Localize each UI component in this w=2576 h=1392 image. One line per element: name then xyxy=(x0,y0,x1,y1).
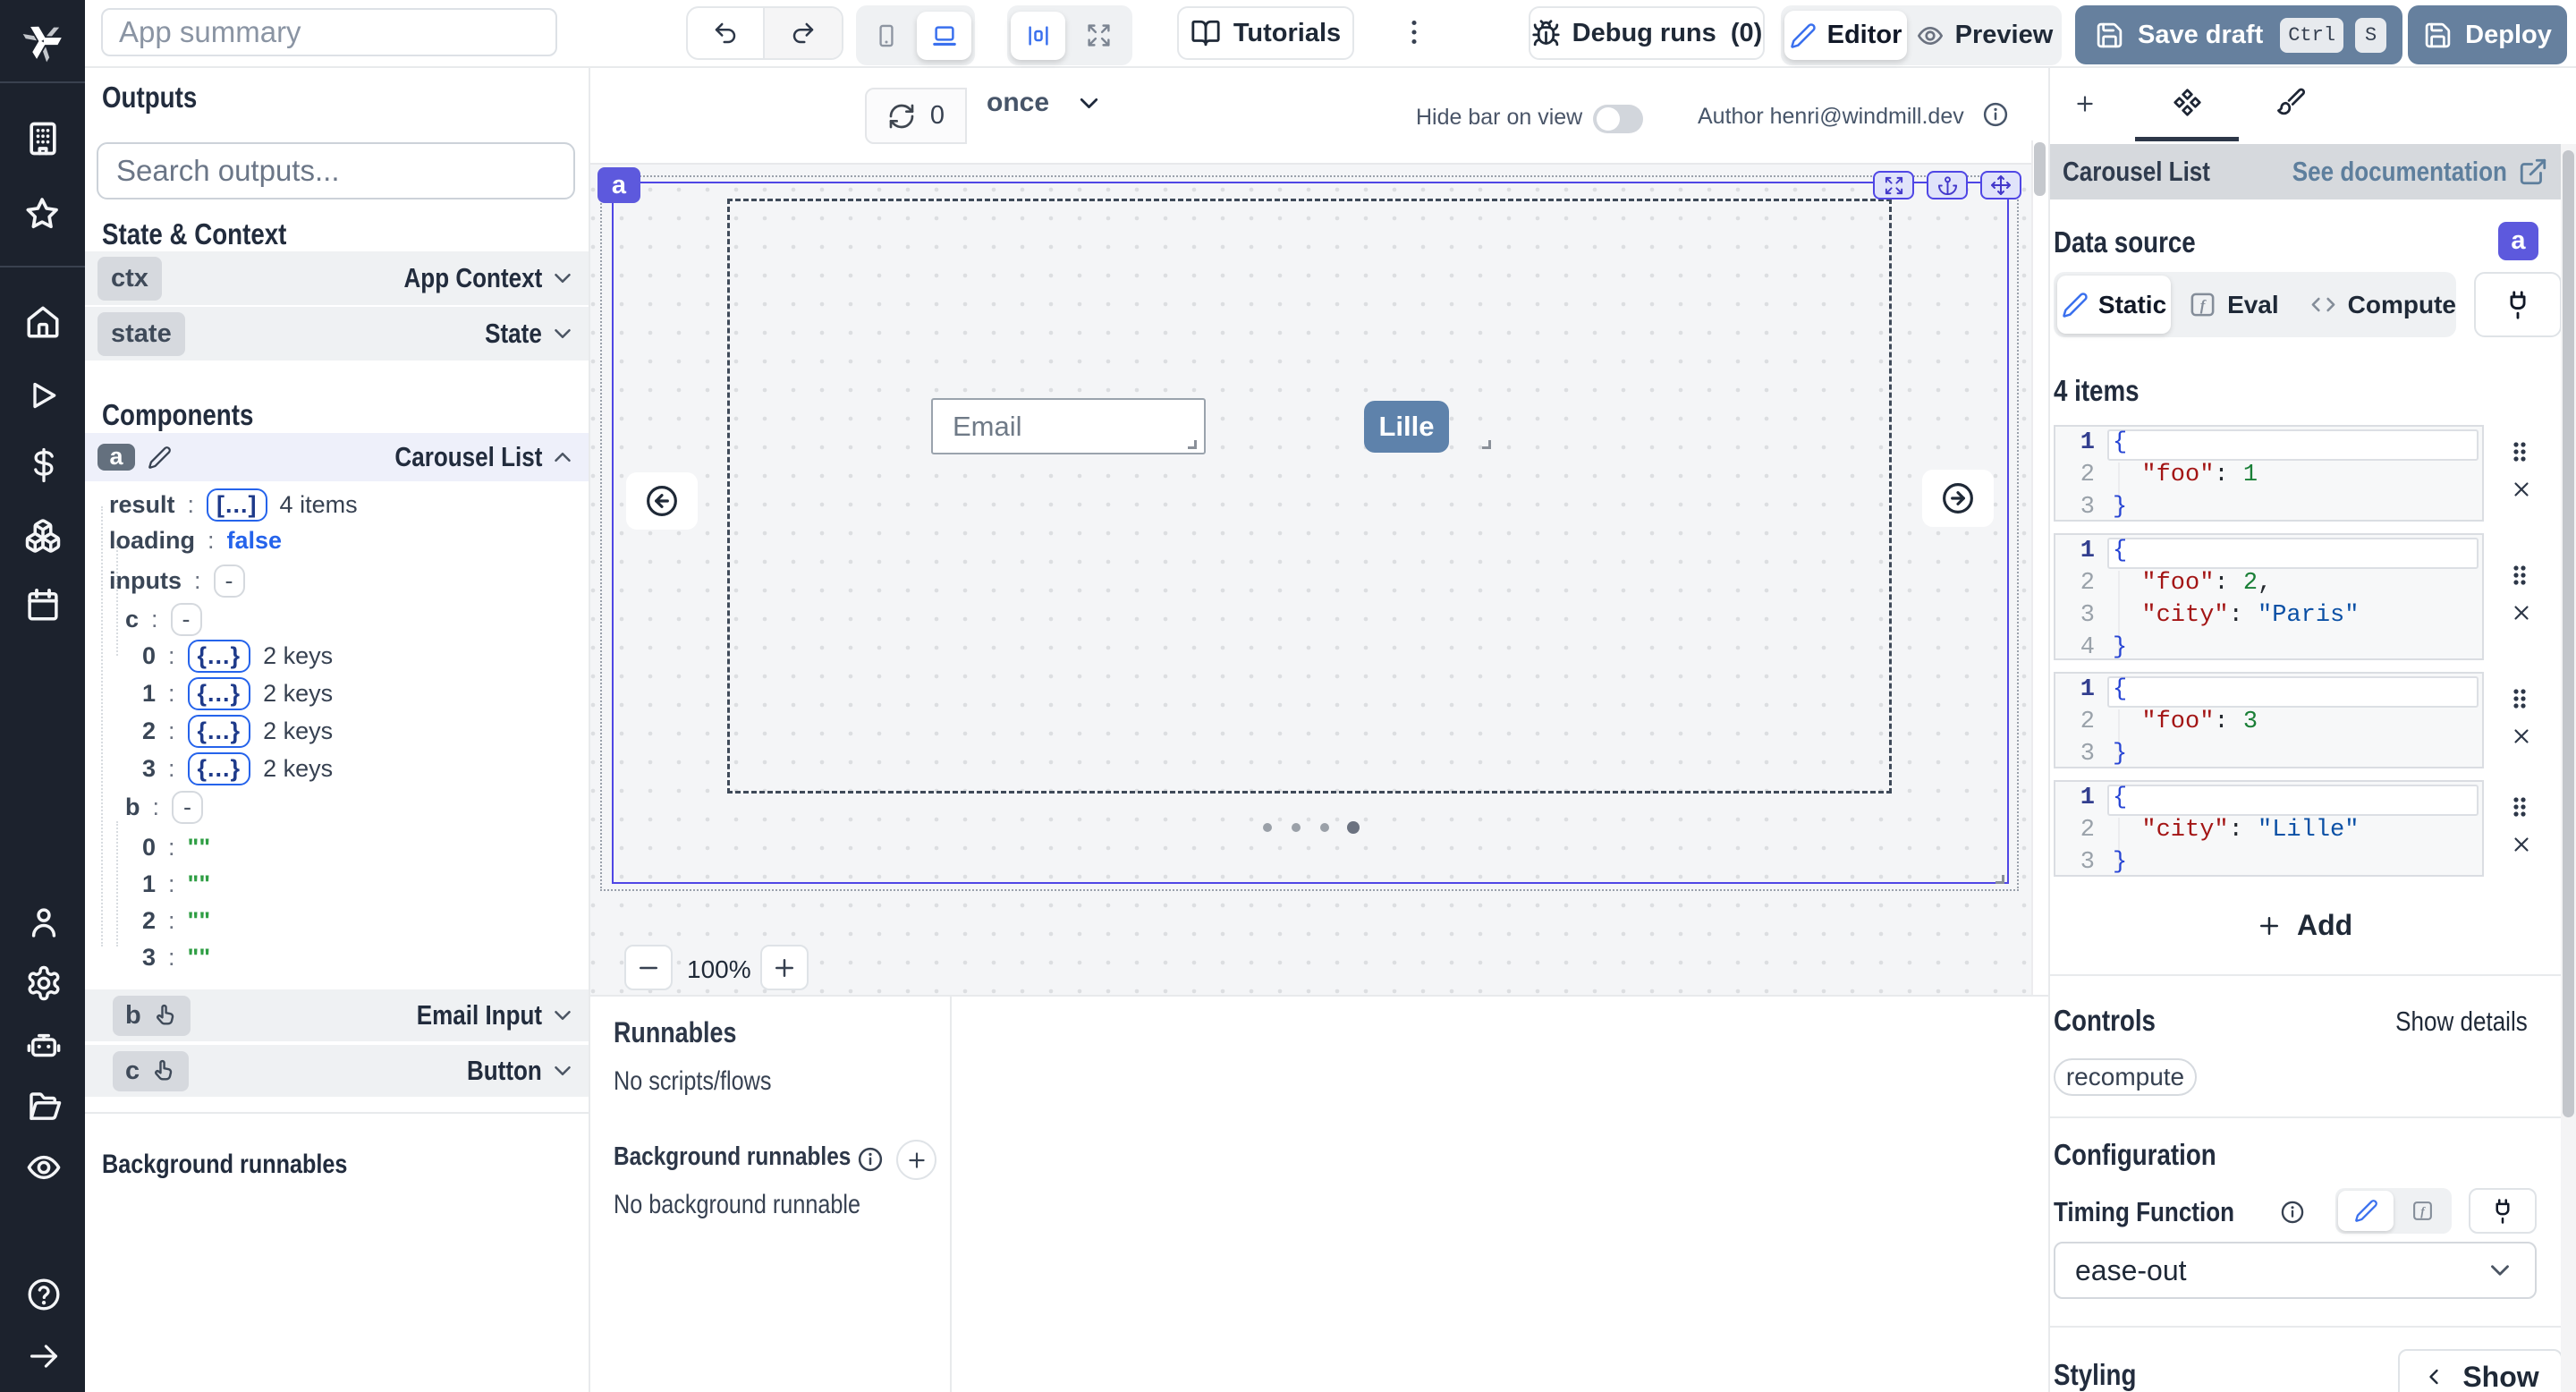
svg-text:f: f xyxy=(2200,297,2207,314)
svg-text:f: f xyxy=(2420,1205,2426,1218)
